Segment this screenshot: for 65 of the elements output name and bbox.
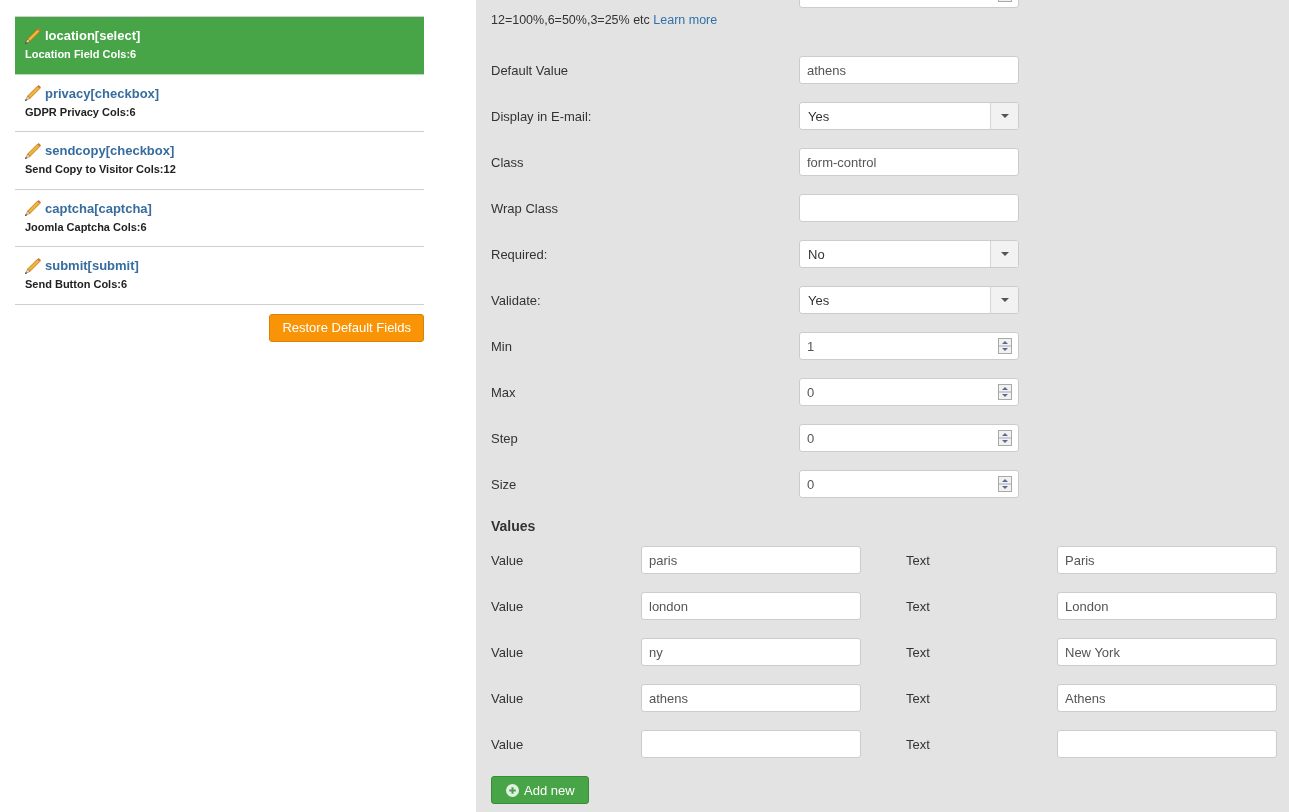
value-field[interactable]: paris bbox=[641, 546, 861, 574]
field-label: Class bbox=[491, 154, 525, 170]
learn-more-link[interactable]: Learn more bbox=[653, 13, 718, 27]
text-field[interactable]: New York bbox=[1057, 638, 1277, 666]
pencil-icon bbox=[25, 142, 41, 159]
number-field[interactable]: 0 bbox=[799, 378, 1019, 406]
text-label: Text bbox=[906, 690, 931, 706]
value-label: Value bbox=[491, 598, 525, 614]
help-text: 12=100%,6=50%,3=25% etc Learn more bbox=[491, 12, 719, 28]
spinner-icon[interactable] bbox=[998, 476, 1012, 492]
value-label: Value bbox=[491, 690, 525, 706]
field-label: Max bbox=[491, 384, 517, 400]
value-label: Value bbox=[491, 736, 525, 752]
plus-circle-icon bbox=[506, 783, 519, 797]
field-link[interactable]: captcha[captcha] bbox=[45, 199, 152, 217]
text-label: Text bbox=[906, 644, 931, 660]
field-description: Location Field Cols:6 bbox=[25, 47, 138, 61]
value-label: Value bbox=[491, 552, 525, 568]
pencil-icon bbox=[25, 257, 41, 274]
field-label: Min bbox=[491, 338, 513, 354]
text-field[interactable] bbox=[1057, 730, 1277, 758]
value-field[interactable]: ny bbox=[641, 638, 861, 666]
field-link[interactable]: submit[submit] bbox=[45, 257, 139, 275]
value-field[interactable] bbox=[641, 730, 861, 758]
number-field[interactable]: 0 bbox=[799, 470, 1019, 498]
value-label: Value bbox=[491, 644, 525, 660]
spinner-icon[interactable] bbox=[998, 384, 1012, 400]
field-label: Required: bbox=[491, 246, 549, 262]
field-label: Step bbox=[491, 430, 519, 446]
text-field[interactable]: London bbox=[1057, 592, 1277, 620]
text-field[interactable]: Paris bbox=[1057, 546, 1277, 574]
field-description: Send Copy to Visitor Cols:12 bbox=[25, 162, 177, 177]
field-label: Validate: bbox=[491, 292, 542, 308]
field-label: Display in E-mail: bbox=[491, 108, 593, 124]
pencil-icon bbox=[25, 200, 41, 217]
field-description: GDPR Privacy Cols:6 bbox=[25, 104, 137, 119]
value-field[interactable]: london bbox=[641, 592, 861, 620]
text-label: Text bbox=[906, 736, 931, 752]
text-field[interactable] bbox=[799, 194, 1019, 222]
text-label: Text bbox=[906, 598, 931, 614]
field-description: Send Button Cols:6 bbox=[25, 277, 129, 292]
caret-icon bbox=[1000, 114, 1009, 118]
select-field[interactable]: No bbox=[799, 240, 1019, 268]
field-label: Wrap Class bbox=[491, 200, 559, 216]
field-link[interactable]: sendcopy[checkbox] bbox=[45, 142, 175, 160]
values-heading: Values bbox=[491, 517, 536, 536]
select-field[interactable]: Yes bbox=[799, 286, 1019, 314]
caret-icon bbox=[1000, 298, 1009, 302]
spinner-icon[interactable] bbox=[998, 338, 1012, 354]
pencil-icon bbox=[25, 27, 41, 44]
text-field[interactable]: athens bbox=[799, 56, 1019, 84]
value-field[interactable]: athens bbox=[641, 684, 861, 712]
number-field[interactable]: 1 bbox=[799, 332, 1019, 360]
text-label: Text bbox=[906, 552, 931, 568]
spinner-icon[interactable] bbox=[998, 430, 1012, 446]
field-link[interactable]: privacy[checkbox] bbox=[45, 84, 160, 102]
pencil-icon bbox=[25, 85, 41, 102]
select-field[interactable]: Yes bbox=[799, 102, 1019, 130]
text-field[interactable]: Athens bbox=[1057, 684, 1277, 712]
text-field[interactable]: form-control bbox=[799, 148, 1019, 176]
number-field[interactable]: 0 bbox=[799, 424, 1019, 452]
field-description: Joomla Captcha Cols:6 bbox=[25, 219, 148, 234]
caret-icon bbox=[1000, 252, 1009, 256]
field-label: Size bbox=[491, 476, 518, 492]
field-label: Default Value bbox=[491, 62, 570, 78]
